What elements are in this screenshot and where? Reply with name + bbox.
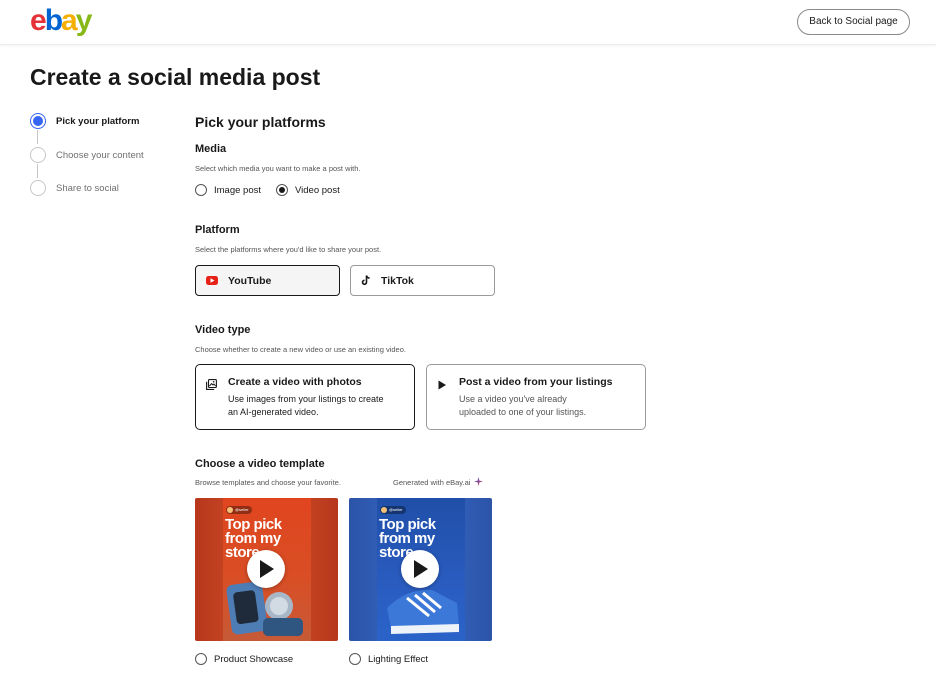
play-icon	[437, 377, 449, 429]
create-video-with-photos-card[interactable]: Create a video with photos Use images fr…	[195, 364, 415, 430]
media-title: Media	[195, 143, 227, 155]
vt-card-title: Create a video with photos	[228, 376, 362, 388]
page-title: Create a social media post	[30, 64, 321, 90]
image-post-option[interactable]: Image post	[195, 184, 261, 196]
step-indicator-icon	[30, 180, 46, 196]
lighting-effect-thumbnail[interactable]: @seller Top pick from my store	[349, 498, 492, 641]
generated-with-label: Generated with eBay.ai	[393, 477, 484, 488]
video-post-radio[interactable]	[276, 184, 288, 196]
tiktok-label: TikTok	[381, 274, 414, 287]
thumbnail-handle: @seller	[380, 506, 406, 514]
youtube-icon	[206, 276, 218, 285]
play-button-icon[interactable]	[401, 550, 439, 588]
vt-card-desc-line1: Use a video you've already	[459, 394, 567, 404]
ebay-logo[interactable]: ebay	[30, 4, 93, 37]
top-header: ebay Back to Social page	[0, 0, 936, 45]
vt-card-title: Post a video from your listings	[459, 376, 613, 388]
video-type-title: Video type	[195, 324, 251, 336]
thumbnail-handle: @seller	[226, 506, 252, 514]
lighting-effect-radio[interactable]	[349, 653, 361, 665]
step-pick-platform[interactable]: Pick your platform	[30, 113, 139, 129]
product-showcase-option[interactable]: Product Showcase	[195, 653, 293, 665]
post-video-from-listings-card[interactable]: Post a video from your listings Use a vi…	[426, 364, 646, 430]
lighting-effect-option[interactable]: Lighting Effect	[349, 653, 428, 665]
lighting-effect-label: Lighting Effect	[368, 653, 429, 665]
image-post-label: Image post	[214, 184, 261, 196]
template-subtitle: Browse templates and choose your favorit…	[195, 478, 341, 487]
youtube-platform-button[interactable]: YouTube	[195, 265, 340, 296]
step-label: Share to social	[56, 182, 119, 194]
video-post-option[interactable]: Video post	[276, 184, 340, 196]
vt-card-desc-line2: an AI-generated video.	[228, 407, 319, 417]
video-post-label: Video post	[295, 184, 340, 196]
product-showcase-label: Product Showcase	[214, 653, 294, 665]
step-connector	[37, 164, 38, 178]
youtube-label: YouTube	[228, 274, 272, 287]
product-showcase-radio[interactable]	[195, 653, 207, 665]
logo-letter-y: y	[75, 4, 93, 37]
image-post-radio[interactable]	[195, 184, 207, 196]
product-showcase-thumbnail[interactable]: @seller Top pick from my store	[195, 498, 338, 641]
platform-subtitle: Select the platforms where you'd like to…	[195, 245, 382, 254]
logo-letter-e: e	[30, 4, 47, 37]
step-label: Choose your content	[56, 149, 144, 161]
vt-card-desc-line2: uploaded to one of your listings.	[459, 407, 587, 417]
template-title: Choose a video template	[195, 458, 325, 470]
step-indicator-icon	[30, 147, 46, 163]
step-active-indicator-icon	[30, 113, 46, 129]
back-to-social-button[interactable]: Back to Social page	[797, 9, 910, 35]
photos-icon	[206, 377, 218, 429]
platform-title: Platform	[195, 224, 240, 236]
tiktok-icon	[361, 275, 371, 286]
section-heading: Pick your platforms	[195, 114, 326, 130]
step-label: Pick your platform	[56, 115, 140, 127]
generated-with-text: Generated with eBay.ai	[393, 478, 471, 487]
tiktok-platform-button[interactable]: TikTok	[350, 265, 495, 296]
sparkle-icon	[474, 477, 484, 488]
step-connector	[37, 130, 38, 144]
logo-letter-b: b	[44, 4, 63, 37]
step-choose-content[interactable]: Choose your content	[30, 147, 144, 163]
logo-letter-a: a	[61, 4, 78, 37]
step-share-social[interactable]: Share to social	[30, 180, 119, 196]
vt-card-desc-line1: Use images from your listings to create	[228, 394, 384, 404]
media-subtitle: Select which media you want to make a po…	[195, 164, 361, 173]
video-type-subtitle: Choose whether to create a new video or …	[195, 345, 406, 354]
play-button-icon[interactable]	[247, 550, 285, 588]
